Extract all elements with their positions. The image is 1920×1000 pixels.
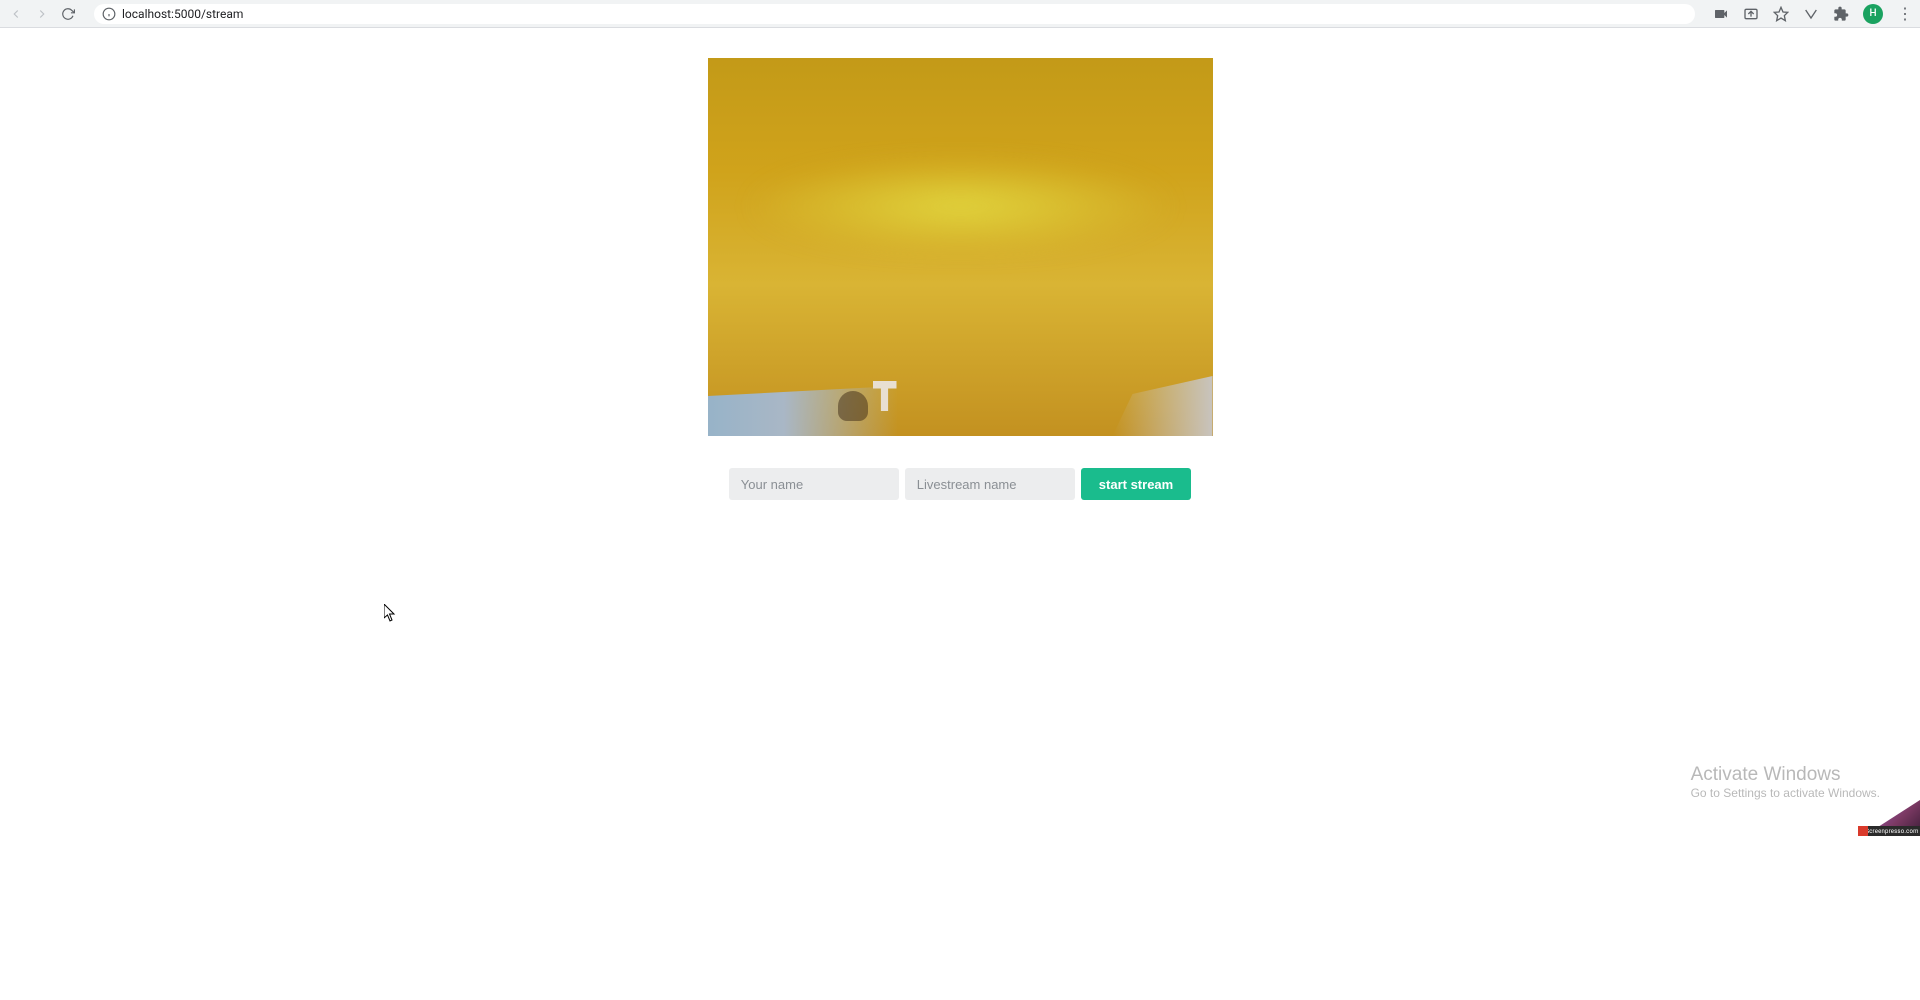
- your-name-input[interactable]: [729, 468, 899, 500]
- extension-v-icon[interactable]: [1803, 6, 1819, 22]
- video-overlay-left: [708, 386, 898, 436]
- watermark-title: Activate Windows: [1691, 764, 1880, 786]
- stream-form: start stream: [729, 468, 1191, 500]
- url-text: localhost:5000/stream: [122, 7, 243, 21]
- url-bar[interactable]: localhost:5000/stream: [94, 4, 1695, 24]
- video-overlay-right: [1113, 376, 1213, 436]
- watermark-subtitle: Go to Settings to activate Windows.: [1691, 786, 1880, 800]
- avatar-letter: H: [1869, 8, 1876, 19]
- video-silhouette: [838, 391, 868, 421]
- page-content: start stream: [0, 28, 1920, 500]
- badge-label: Screenpresso.com: [1864, 826, 1920, 836]
- livestream-name-input[interactable]: [905, 468, 1075, 500]
- start-stream-button[interactable]: start stream: [1081, 468, 1191, 500]
- profile-avatar[interactable]: H: [1863, 4, 1883, 24]
- reload-button[interactable]: [60, 6, 76, 22]
- forward-button[interactable]: [34, 6, 50, 22]
- camera-icon[interactable]: [1713, 6, 1729, 22]
- chrome-actions: H ⋮: [1713, 4, 1912, 24]
- screenshot-tool-badge: Screenpresso.com: [1858, 800, 1920, 836]
- back-button[interactable]: [8, 6, 24, 22]
- star-icon[interactable]: [1773, 6, 1789, 22]
- share-icon[interactable]: [1743, 6, 1759, 22]
- site-info-icon[interactable]: [102, 7, 116, 21]
- cursor-icon: [384, 604, 396, 622]
- video-glow: [738, 158, 1183, 278]
- video-preview: [708, 58, 1213, 436]
- windows-watermark: Activate Windows Go to Settings to activ…: [1691, 764, 1880, 800]
- badge-red-square: [1858, 826, 1868, 836]
- menu-icon[interactable]: ⋮: [1897, 4, 1912, 23]
- browser-toolbar: localhost:5000/stream H ⋮: [0, 0, 1920, 28]
- extensions-icon[interactable]: [1833, 6, 1849, 22]
